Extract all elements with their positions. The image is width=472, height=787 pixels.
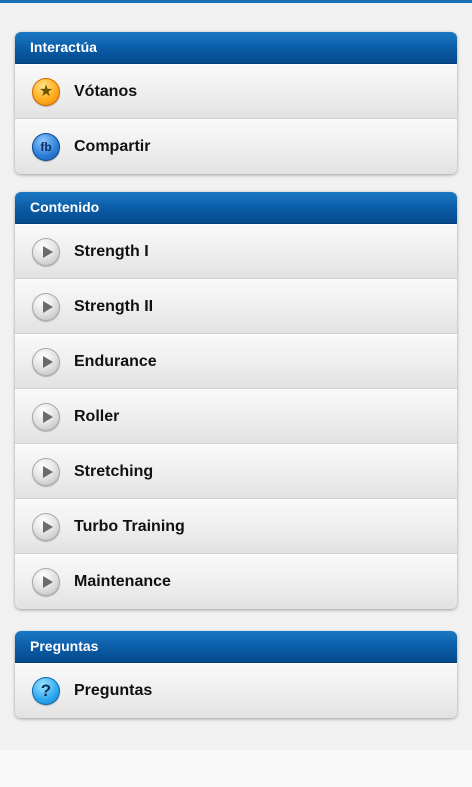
play-icon <box>32 292 60 321</box>
play-icon <box>32 347 60 376</box>
menu-item-strength-ii[interactable]: Strength II <box>15 279 457 334</box>
menu-item-stretching[interactable]: Stretching <box>15 444 457 499</box>
question-icon: ? <box>32 677 60 705</box>
play-icon <box>32 402 60 431</box>
section-header-contenido: Contenido <box>15 192 457 224</box>
play-icon <box>32 237 60 266</box>
menu-item-label: Preguntas <box>74 682 153 699</box>
star-icon: ★ <box>32 77 60 106</box>
menu-item-compartir[interactable]: fb Compartir <box>15 119 457 174</box>
menu-item-maintenance[interactable]: Maintenance <box>15 554 457 609</box>
play-icon <box>32 568 60 596</box>
menu-item-label: Vótanos <box>74 82 138 100</box>
menu-item-label: Stretching <box>74 462 154 480</box>
menu-item-votanos[interactable]: ★ Vótanos <box>15 64 457 119</box>
menu-item-label: Strength II <box>74 297 154 315</box>
section-interactua: Interactúa ★ Vótanos fb Compartir <box>15 32 457 174</box>
section-header-preguntas: Preguntas <box>15 631 457 663</box>
section-preguntas: Preguntas ? Preguntas <box>15 631 457 718</box>
menu-item-roller[interactable]: Roller <box>15 389 457 444</box>
section-header-interactua: Interactúa <box>15 32 457 64</box>
facebook-icon: fb <box>32 133 60 161</box>
menu-item-label: Maintenance <box>74 573 171 590</box>
menu-item-label: Roller <box>74 407 120 425</box>
play-icon <box>32 457 60 486</box>
section-contenido: Contenido Strength I Strength II Enduran… <box>15 192 457 609</box>
menu-item-label: Endurance <box>74 352 157 370</box>
menu-item-turbo-training[interactable]: Turbo Training <box>15 499 457 554</box>
bottom-bar <box>0 750 472 787</box>
menu-item-label: Turbo Training <box>74 517 185 535</box>
menu-item-endurance[interactable]: Endurance <box>15 334 457 389</box>
menu-item-label: Strength I <box>74 242 149 260</box>
top-accent-line <box>0 0 472 3</box>
menu-item-strength-i[interactable]: Strength I <box>15 224 457 279</box>
play-icon <box>32 512 60 541</box>
menu-item-label: Compartir <box>74 138 151 155</box>
menu-item-preguntas[interactable]: ? Preguntas <box>15 663 457 718</box>
